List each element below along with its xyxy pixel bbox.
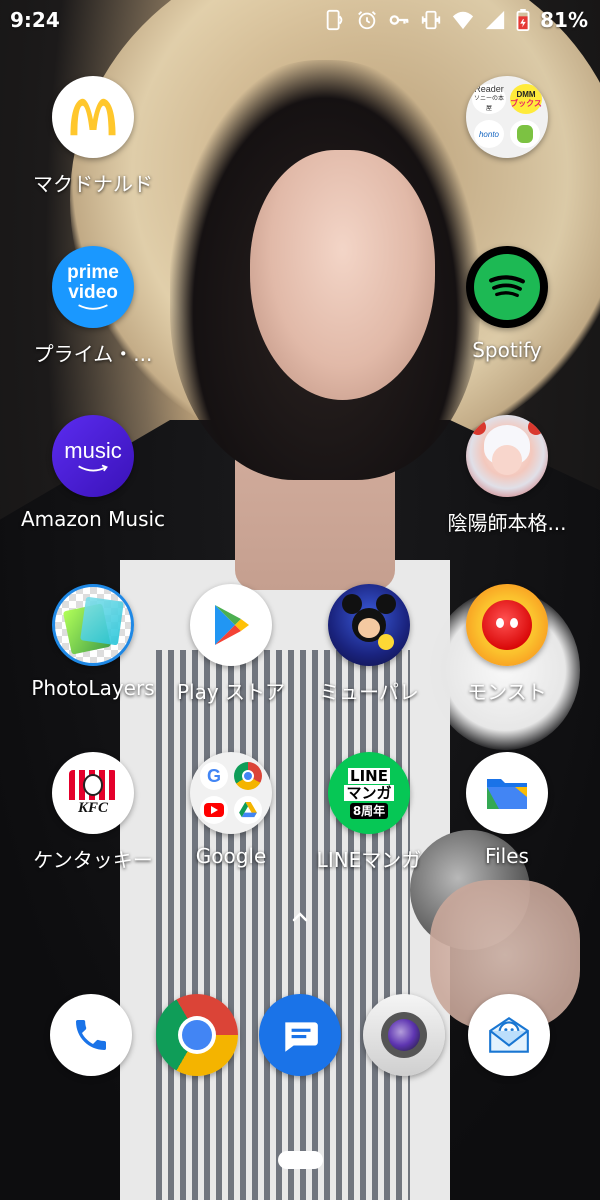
amazon-music-icon: music (52, 415, 134, 497)
status-bar: 9:24 81% (0, 0, 600, 40)
app-label: マクドナルド (33, 172, 153, 196)
nfc-icon (324, 9, 346, 31)
wallpaper-overalls (150, 650, 410, 1200)
app-drawer-handle-icon[interactable] (288, 908, 312, 926)
app-label: PhotoLayers (31, 676, 155, 700)
folder-item-label: Reader (474, 84, 504, 94)
monster-strike-icon (466, 584, 548, 666)
prime-video-icon: prime video (52, 246, 134, 328)
vpn-key-icon (388, 9, 410, 31)
signal-icon (484, 9, 506, 31)
folder-reader-icon: Reader ソニーの本屋 DMM ブックス honto (466, 76, 548, 158)
chrome-icon (156, 994, 238, 1076)
play-store-icon (190, 584, 272, 666)
amazon-music-text: music (64, 438, 122, 463)
line-manga-text: マンガ (344, 783, 394, 802)
mcdonalds-icon (52, 76, 134, 158)
app-label: ケンタッキー (33, 848, 153, 872)
camera-icon (363, 994, 445, 1076)
onmyoji-icon (466, 415, 548, 497)
wifi-icon (452, 9, 474, 31)
prime-video-text: video (68, 282, 118, 303)
battery-charging-icon (516, 9, 530, 31)
drive-mini-icon (234, 796, 262, 824)
files-icon (466, 752, 548, 834)
alarm-icon (356, 9, 378, 31)
dock-chrome[interactable] (156, 994, 238, 1076)
app-kfc[interactable]: KFC ケンタッキー (18, 752, 168, 873)
chrome-mini-icon (234, 762, 262, 790)
app-label: プライム・... (33, 342, 153, 366)
app-photolayers[interactable]: PhotoLayers (18, 584, 168, 700)
line-manga-icon: LINE マンガ 8周年 (328, 752, 410, 834)
app-mcdonalds[interactable]: マクドナルド (18, 76, 168, 197)
folder-item-label: DMM (516, 90, 536, 99)
status-time: 9:24 (10, 8, 60, 32)
folder-item-label: honto (478, 129, 500, 139)
google-folder-icon: G (190, 752, 272, 834)
status-icons: 81% (324, 8, 588, 32)
app-label: Play ストア (176, 680, 286, 704)
app-mickey-palace[interactable]: ミューパレ (294, 584, 444, 705)
app-monster-strike[interactable]: モンスト (432, 584, 582, 705)
google-g-icon: G (200, 762, 228, 790)
app-onmyoji[interactable]: 陰陽師本格... (432, 415, 582, 536)
prime-video-text: prime (67, 262, 119, 283)
line-manga-text: LINE (348, 766, 390, 785)
folder-green-app-icon (510, 120, 540, 148)
app-files[interactable]: Files (432, 752, 582, 868)
mail-app-icon (468, 994, 550, 1076)
folder-item-label: ソニーの本屋 (473, 96, 504, 112)
app-prime-video[interactable]: prime video プライム・... (18, 246, 168, 367)
dock-messages[interactable] (259, 994, 341, 1076)
dock-phone[interactable] (50, 994, 132, 1076)
app-label: Amazon Music (20, 507, 166, 531)
app-label: Files (485, 844, 529, 868)
app-label: Spotify (472, 338, 542, 362)
folder-reader[interactable]: Reader ソニーの本屋 DMM ブックス honto (432, 76, 582, 158)
kfc-text: KFC (77, 799, 108, 816)
youtube-mini-icon (200, 796, 228, 824)
app-label: LINEマンガ (316, 848, 422, 872)
home-gesture-pill[interactable] (278, 1151, 323, 1169)
app-line-manga[interactable]: LINE マンガ 8周年 LINEマンガ (294, 752, 444, 873)
kfc-icon: KFC (52, 752, 134, 834)
wallpaper-face (250, 150, 435, 400)
phone-icon (50, 994, 132, 1076)
app-label: 陰陽師本格... (447, 511, 567, 535)
line-manga-text: 8周年 (349, 802, 389, 819)
app-label: モンスト (467, 680, 547, 704)
mickey-palace-icon (328, 584, 410, 666)
spotify-icon (466, 246, 548, 328)
app-label: ミューパレ (319, 680, 419, 704)
app-spotify[interactable]: Spotify (432, 246, 582, 362)
photolayers-icon (52, 584, 134, 666)
folder-google[interactable]: G Google (156, 752, 306, 868)
app-play-store[interactable]: Play ストア (156, 584, 306, 705)
dock-mail-app[interactable] (468, 994, 550, 1076)
vibrate-icon (420, 9, 442, 31)
messages-icon (259, 994, 341, 1076)
app-amazon-music[interactable]: music Amazon Music (18, 415, 168, 531)
app-label: Google (195, 844, 267, 868)
folder-item-label: ブックス (510, 99, 542, 108)
battery-percent: 81% (540, 8, 588, 32)
dock-camera[interactable] (363, 994, 445, 1076)
